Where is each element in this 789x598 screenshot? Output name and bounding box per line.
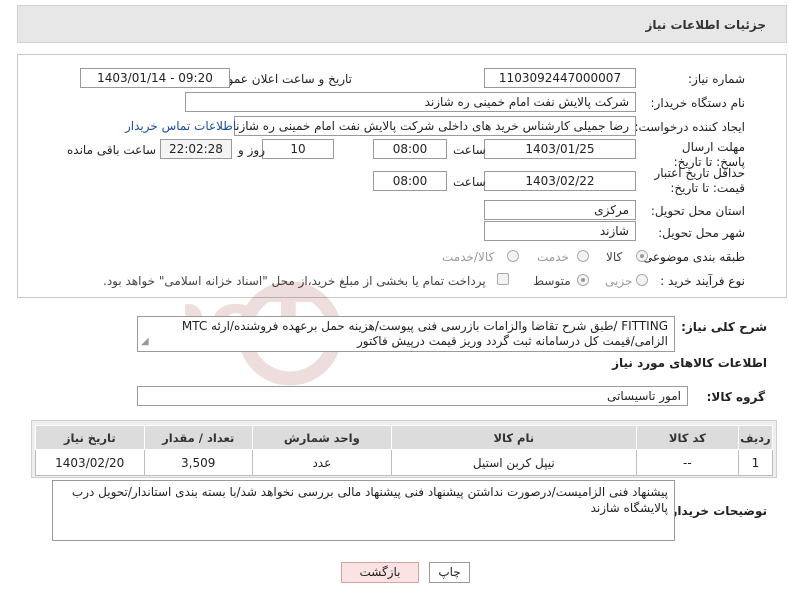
resize-handle-icon[interactable]: ◢ (141, 336, 149, 347)
col-header-code: کد کالا (635, 425, 739, 450)
announce-datetime-field: 1403/01/14 - 09:20 (80, 68, 230, 88)
creator-label: ایجاد کننده درخواست: (634, 120, 745, 134)
panel-header: جزئیات اطلاعات نیاز (17, 5, 787, 43)
description-field: FITTING /طبق شرح تقاضا والزامات بازرسی ف… (137, 316, 675, 352)
goods-info-title: اطلاعات کالاهای مورد نیاز (612, 356, 767, 370)
description-label: شرح کلی نیاز: (681, 320, 767, 334)
category-radio-goods-service[interactable] (507, 250, 519, 262)
reply-time-label: ساعت (453, 143, 486, 157)
remaining-time-field: 22:02:28 (160, 139, 232, 159)
reply-days-field: 10 (262, 139, 334, 159)
page-title: جزئیات اطلاعات نیاز (645, 18, 766, 32)
cell-quantity: 3,509 (143, 449, 253, 476)
treasury-payment-note: پرداخت تمام یا بخشی از مبلغ خرید،از محل … (103, 274, 486, 288)
goods-table: ردیف کد کالا نام کالا واحد شمارش تعداد /… (35, 425, 774, 476)
cell-name: نیپل کربن استیل (390, 449, 637, 476)
buyer-notes-label: توضیحات خریدار: (665, 504, 767, 518)
price-validity-date-field: 1403/02/22 (484, 171, 636, 191)
col-header-unit: واحد شمارش (251, 425, 392, 450)
back-button[interactable]: بازگشت (341, 562, 419, 583)
remaining-label: ساعت باقی مانده (67, 143, 157, 157)
need-number-field: 1103092447000007 (484, 68, 636, 88)
days-label: روز و (238, 143, 265, 157)
treasury-payment-checkbox[interactable] (497, 273, 509, 285)
price-validity-label: حداقل تاریخ اعتبار قیمت: تا تاریخ: (654, 166, 745, 195)
creator-field: رضا جمیلی کارشناس خرید های داخلی شرکت پا… (234, 116, 636, 136)
goods-group-label: گروه کالا: (706, 390, 765, 404)
cell-row-number: 1 (737, 449, 774, 476)
table-row: 1 -- نیپل کربن استیل عدد 3,509 1403/02/2… (35, 449, 774, 476)
province-field: مرکزی (484, 200, 636, 220)
col-header-date: تاریخ نیاز (35, 425, 145, 450)
category-radio-service[interactable] (577, 250, 589, 262)
price-validity-time-field: 08:00 (373, 171, 447, 191)
buyer-contact-link[interactable]: اطلاعات تماس خریدار (125, 119, 236, 133)
purchase-option-partial: جزیی (605, 274, 633, 288)
category-radio-goods[interactable] (636, 250, 648, 262)
category-option-goods-service: کالا/خدمت (442, 250, 495, 264)
buyer-notes-field: پیشنهاد فنی الزامیست/درصورت نداشتن پیشنه… (52, 480, 675, 541)
print-button[interactable]: چاپ (429, 562, 470, 583)
city-field: شازند (484, 221, 636, 241)
reply-date-field: 1403/01/25 (484, 139, 636, 159)
cell-code: -- (635, 449, 739, 476)
category-label: طبقه بندی موضوعی: (638, 250, 745, 264)
category-option-service: خدمت (537, 250, 569, 264)
buyer-org-label: نام دستگاه خریدار: (650, 96, 746, 110)
need-number-label: شماره نیاز: (688, 72, 745, 86)
price-validity-time-label: ساعت (453, 175, 486, 189)
purchase-radio-partial[interactable] (636, 274, 648, 286)
goods-group-field: امور تاسیساتی (137, 386, 688, 406)
purchase-type-label: نوع فرآیند خرید : (660, 274, 745, 288)
col-header-row: ردیف (737, 425, 774, 450)
cell-date: 1403/02/20 (35, 449, 145, 476)
purchase-radio-medium[interactable] (577, 274, 589, 286)
col-header-quantity: تعداد / مقدار (143, 425, 253, 450)
category-option-goods: کالا (606, 250, 623, 264)
purchase-option-medium: متوسط (533, 274, 571, 288)
reply-time-field: 08:00 (373, 139, 447, 159)
province-label: استان محل تحویل: (650, 204, 745, 218)
buyer-org-field: شرکت پالایش نفت امام خمینی ره شازند (185, 92, 636, 112)
col-header-name: نام کالا (390, 425, 637, 450)
cell-unit: عدد (251, 449, 392, 476)
city-label: شهر محل تحویل: (658, 226, 745, 240)
